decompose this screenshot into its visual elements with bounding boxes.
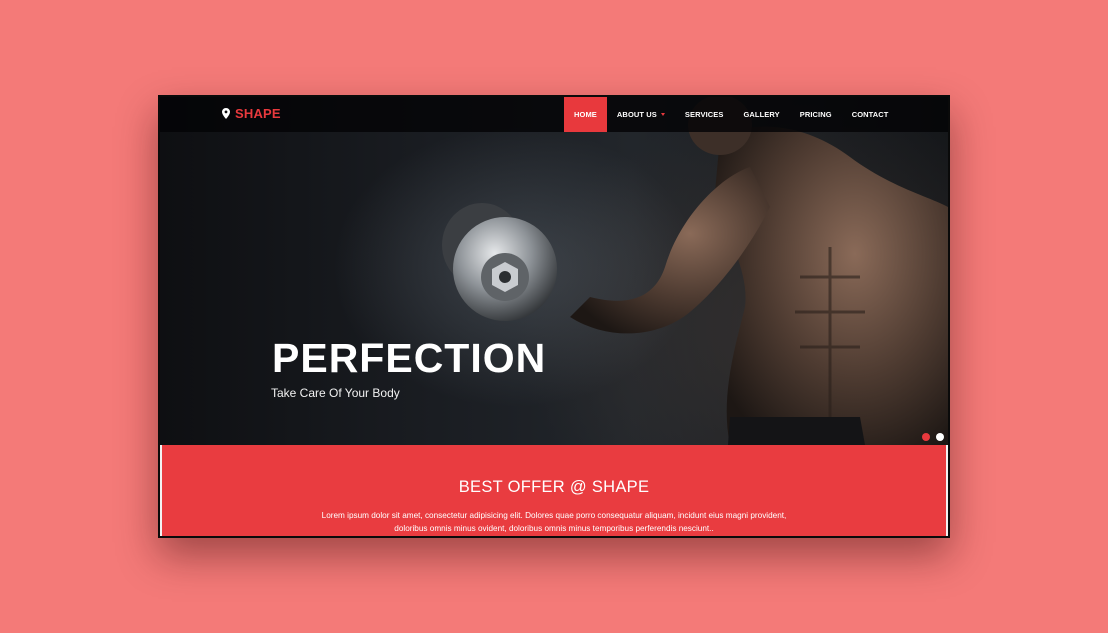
offer-text-line-2: doloribus omnis minus ovident, doloribus… xyxy=(394,524,714,533)
carousel-indicators xyxy=(922,433,944,441)
nav-label-about-us: ABOUT US xyxy=(616,110,657,119)
carousel-dot-2[interactable] xyxy=(936,433,944,441)
nav-item-home[interactable]: HOME xyxy=(564,97,607,132)
offer-description: Lorem ipsum dolor sit amet, consectetur … xyxy=(282,509,826,535)
main-navigation: HOME ABOUT US SERVICES GALLERY PRICING C… xyxy=(564,97,899,132)
nav-label-home: HOME xyxy=(574,110,597,119)
nav-item-about-us[interactable]: ABOUT US xyxy=(607,97,675,132)
brand-logo[interactable]: SHAPE xyxy=(222,106,281,121)
offer-text-line-1: Lorem ipsum dolor sit amet, consectetur … xyxy=(321,511,787,520)
nav-label-contact: CONTACT xyxy=(851,110,889,119)
website-preview-frame: SHAPE HOME ABOUT US SERVICES GALLERY PRI… xyxy=(158,95,950,538)
carousel-dot-1[interactable] xyxy=(922,433,930,441)
hero-subtitle: Take Care Of Your Body xyxy=(271,386,400,400)
best-offer-section: BEST OFFER @ SHAPE Lorem ipsum dolor sit… xyxy=(160,445,948,536)
nav-label-pricing: PRICING xyxy=(799,110,832,119)
nav-item-services[interactable]: SERVICES xyxy=(675,97,734,132)
nav-item-gallery[interactable]: GALLERY xyxy=(733,97,789,132)
offer-title: BEST OFFER @ SHAPE xyxy=(458,478,650,496)
brand-name: SHAPE xyxy=(235,106,281,121)
hero-title: PERFECTION xyxy=(272,335,547,381)
map-pin-icon xyxy=(222,108,230,119)
nav-label-services: SERVICES xyxy=(684,110,724,119)
nav-item-pricing[interactable]: PRICING xyxy=(790,97,842,132)
top-navbar: SHAPE HOME ABOUT US SERVICES GALLERY PRI… xyxy=(160,97,948,132)
caret-down-icon xyxy=(660,113,665,116)
nav-label-gallery: GALLERY xyxy=(743,110,780,119)
nav-item-contact[interactable]: CONTACT xyxy=(842,97,899,132)
